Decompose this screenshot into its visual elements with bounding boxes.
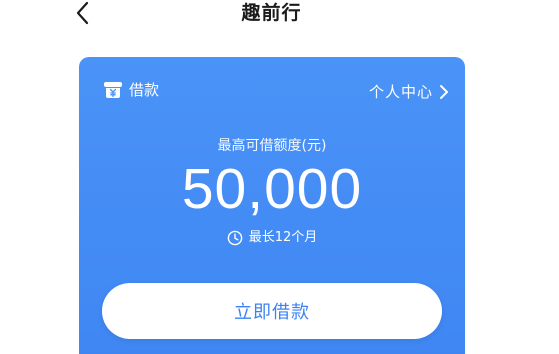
card-label: 借款 [129, 81, 160, 99]
chevron-left-icon [76, 1, 89, 25]
back-button[interactable] [70, 0, 96, 26]
term-label: 最长12个月 [248, 230, 318, 245]
nav-bar: 趣前行 [0, 0, 559, 28]
chevron-right-icon [440, 85, 448, 99]
loan-card: 借款 个人中心 最高可借额度(元) 50,000 最长12个月 立即借款 [79, 57, 465, 354]
limit-label: 最高可借额度(元) [217, 138, 327, 154]
app-screen: 趣前行 借款 个人中心 最高可借额度(元) 50,000 最长12个月 立即借款 [0, 0, 559, 354]
clock-icon [227, 230, 243, 246]
loan-icon [104, 82, 122, 98]
borrow-now-button[interactable]: 立即借款 [102, 283, 442, 339]
personal-center-link[interactable]: 个人中心 [369, 82, 449, 102]
limit-amount: 50,000 [181, 157, 363, 221]
term-row: 最长12个月 [79, 230, 465, 246]
personal-center-label: 个人中心 [368, 83, 433, 101]
card-header: 借款 [103, 79, 159, 101]
